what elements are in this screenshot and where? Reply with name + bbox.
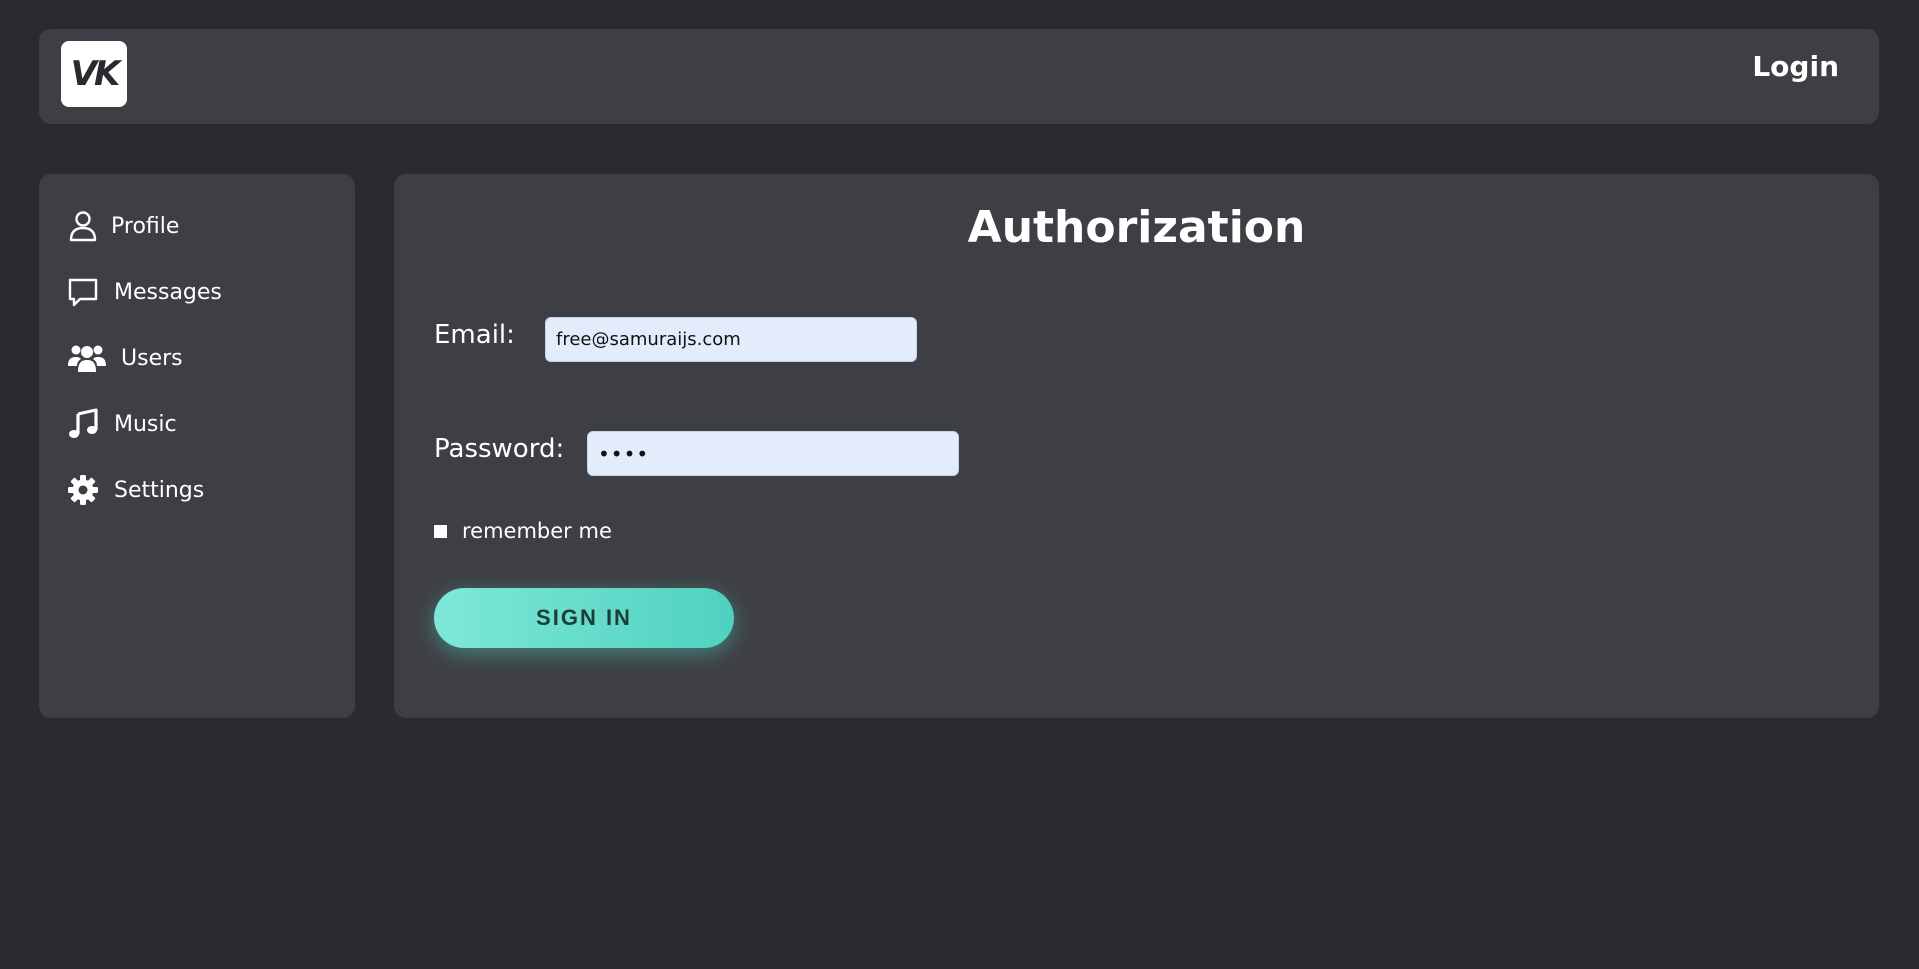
login-link[interactable]: Login [1752, 50, 1839, 83]
password-label: Password: [434, 434, 565, 464]
email-field[interactable] [545, 317, 917, 362]
sidebar-item-label: Profile [111, 213, 180, 239]
sidebar-item-users[interactable]: Users [39, 340, 355, 376]
logo-text: VK [70, 54, 121, 94]
music-icon [67, 408, 99, 440]
sidebar-item-label: Settings [114, 477, 205, 503]
gear-icon [67, 474, 99, 506]
password-field[interactable] [587, 431, 959, 476]
sidebar-item-settings[interactable]: Settings [39, 472, 355, 508]
sidebar-item-profile[interactable]: Profile [39, 208, 355, 244]
sidebar-item-music[interactable]: Music [39, 406, 355, 442]
vk-logo-icon[interactable]: VK [61, 41, 127, 107]
page-title: Authorization [967, 202, 1306, 253]
auth-panel: Authorization Email: Password: remember … [394, 174, 1879, 718]
remember-me-label: remember me [462, 519, 612, 543]
remember-me-row: remember me [434, 519, 612, 543]
sidebar-item-label: Music [114, 411, 177, 437]
top-header: VK Login [39, 29, 1879, 124]
message-icon [67, 276, 99, 308]
sidebar: Profile Messages Users Music Settings [39, 174, 355, 718]
remember-me-checkbox[interactable] [434, 524, 447, 538]
sidebar-item-messages[interactable]: Messages [39, 274, 355, 310]
user-icon [67, 210, 99, 242]
sign-in-button[interactable]: SIGN IN [434, 588, 734, 648]
sidebar-item-label: Messages [114, 279, 222, 305]
email-label: Email: [434, 320, 515, 350]
sidebar-item-label: Users [121, 345, 183, 371]
users-icon [67, 342, 107, 374]
